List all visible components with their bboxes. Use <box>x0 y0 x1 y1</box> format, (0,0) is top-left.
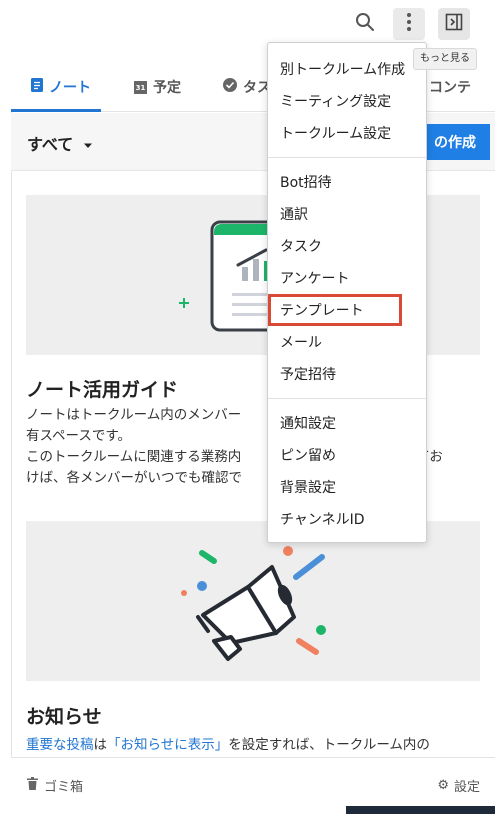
tab-schedule[interactable]: 31 予定 <box>134 62 181 112</box>
more-options-menu: 別トークルーム作成 ミーティング設定 トークルーム設定 Bot招待 通訳 タスク… <box>267 42 427 543</box>
menu-item-mail[interactable]: メール <box>280 329 322 357</box>
tab-contents-label: コンテ <box>429 80 471 96</box>
announcement-text: を設定すれば、トークルーム内の <box>228 737 430 753</box>
filter-selected-label: すべて <box>27 135 74 154</box>
announcement-illustration <box>26 521 480 681</box>
menu-separator <box>268 398 426 399</box>
tab-schedule-label: 予定 <box>153 80 181 96</box>
menu-separator <box>268 157 426 158</box>
announcement-text: は <box>93 737 108 753</box>
active-tab-indicator <box>11 109 101 112</box>
search-icon <box>355 12 375 36</box>
gear-icon: ⚙ <box>437 778 449 793</box>
menu-item-room-settings[interactable]: トークルーム設定 <box>280 120 391 148</box>
note-icon <box>31 78 43 96</box>
important-post-link[interactable]: 重要な投稿 <box>26 737 94 753</box>
tab-note[interactable]: ノート <box>31 62 91 112</box>
filter-dropdown[interactable]: すべて <box>27 131 93 155</box>
check-circle-icon <box>223 78 237 96</box>
settings-button[interactable]: ⚙ 設定 <box>437 776 480 795</box>
search-button[interactable] <box>349 8 381 40</box>
menu-item-schedule-invite[interactable]: 予定招待 <box>280 361 336 389</box>
note-guide-title: ノート活用ガイド <box>26 379 179 401</box>
template-highlight-box <box>268 294 402 326</box>
vertical-dots-icon <box>406 12 412 36</box>
announcement-title: お知らせ <box>26 706 102 728</box>
tab-note-label: ノート <box>49 80 91 96</box>
toggle-side-panel-button[interactable] <box>438 8 470 40</box>
settings-label: 設定 <box>453 780 480 795</box>
calendar-icon: 31 <box>134 80 147 94</box>
announcement-description: 重要な投稿は「お知らせに表示」を設定すれば、トークルーム内の <box>26 735 486 756</box>
menu-item-translation[interactable]: 通訳 <box>280 201 308 229</box>
menu-item-invite-bot[interactable]: Bot招待 <box>280 169 332 197</box>
show-in-announcement-link[interactable]: 「お知らせに表示」 <box>107 737 228 753</box>
menu-item-pin[interactable]: ピン留め <box>280 442 336 470</box>
trash-label: ゴミ箱 <box>44 780 84 795</box>
background-strip <box>346 806 495 814</box>
menu-item-create-new-room[interactable]: 別トークルーム作成 <box>280 56 405 84</box>
caret-down-icon <box>83 134 93 153</box>
trash-button[interactable]: ゴミ箱 <box>27 776 83 795</box>
trash-icon <box>27 777 38 794</box>
menu-item-background-settings[interactable]: 背景設定 <box>280 474 336 502</box>
tab-task[interactable]: タス <box>223 62 271 112</box>
menu-item-survey[interactable]: アンケート <box>280 265 349 293</box>
menu-item-task[interactable]: タスク <box>280 233 322 261</box>
menu-item-notification-settings[interactable]: 通知設定 <box>280 410 336 438</box>
more-options-button[interactable] <box>393 8 425 40</box>
more-tooltip: もっと見る <box>413 48 477 70</box>
menu-item-channel-id[interactable]: チャンネルID <box>280 506 365 534</box>
menu-item-meeting-settings[interactable]: ミーティング設定 <box>280 88 391 116</box>
side-panel-icon <box>445 13 463 35</box>
